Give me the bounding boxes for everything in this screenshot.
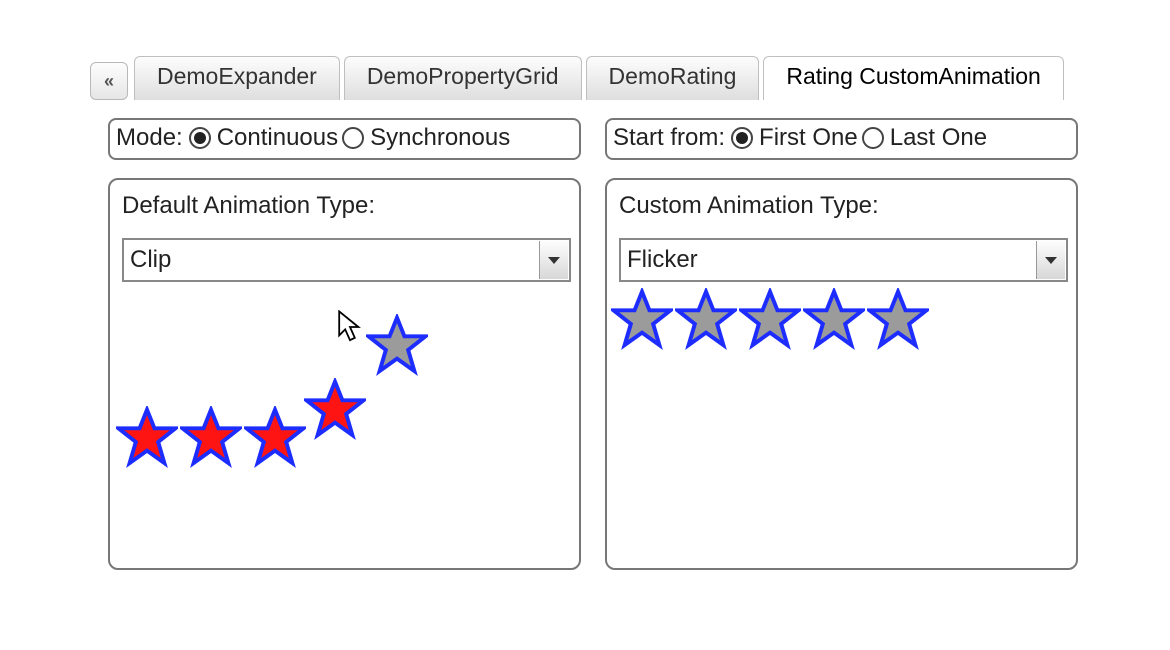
star-icon[interactable] [867,288,929,350]
tab-demopropertygrid[interactable]: DemoPropertyGrid [344,56,582,100]
tab-demorating[interactable]: DemoRating [586,56,760,100]
default-animation-panel: Default Animation Type: Clip [108,178,581,570]
mode-group: Mode: Continuous Synchronous [108,118,581,160]
star-icon[interactable] [244,406,306,468]
radio-dot-icon [862,127,884,149]
custom-animation-combo[interactable]: Flicker [619,238,1068,282]
default-rating-stars[interactable] [116,406,306,468]
tab-demoexpander[interactable]: DemoExpander [134,56,340,100]
right-column: Start from: First One Last One Custom An… [605,118,1078,570]
mode-label: Mode: [116,124,183,152]
star-icon[interactable] [304,378,366,440]
radio-label: Continuous [217,124,338,152]
tab-rating-customanimation[interactable]: Rating CustomAnimation [763,56,1063,100]
tab-label: DemoPropertyGrid [367,63,559,89]
left-column: Mode: Continuous Synchronous Default Ani… [108,118,581,570]
arrow-cursor-icon [338,310,362,344]
tab-scroll-left-button[interactable]: « [90,62,128,100]
combo-value: Clip [124,246,171,274]
star-icon[interactable] [611,288,673,350]
tab-label: Rating CustomAnimation [786,63,1040,89]
custom-rating-stars[interactable] [611,288,929,350]
start-from-group: Start from: First One Last One [605,118,1078,160]
panels: Mode: Continuous Synchronous Default Ani… [108,118,1078,570]
star-icon[interactable] [675,288,737,350]
chevron-down-icon [1036,241,1065,279]
tab-strip: « DemoExpander DemoPropertyGrid DemoRati… [90,56,1068,100]
default-animation-combo[interactable]: Clip [122,238,571,282]
start-radio-first-one[interactable]: First One [731,124,858,152]
mode-radio-synchronous[interactable]: Synchronous [342,124,510,152]
tab-label: DemoRating [609,63,737,89]
tab-label: DemoExpander [157,63,317,89]
combo-value: Flicker [621,246,698,274]
star-icon[interactable] [366,314,428,376]
star-icon[interactable] [116,406,178,468]
radio-label: First One [759,124,858,152]
star-icon[interactable] [739,288,801,350]
star-icon[interactable] [803,288,865,350]
custom-animation-title: Custom Animation Type: [619,192,1064,220]
radio-dot-icon [189,127,211,149]
default-animation-title: Default Animation Type: [122,192,567,220]
radio-label: Synchronous [370,124,510,152]
radio-dot-icon [342,127,364,149]
start-from-label: Start from: [613,124,725,152]
mode-radio-continuous[interactable]: Continuous [189,124,338,152]
radio-dot-icon [731,127,753,149]
radio-label: Last One [890,124,987,152]
star-icon[interactable] [180,406,242,468]
chevron-down-icon [539,241,568,279]
double-chevron-left-icon: « [104,71,114,92]
start-radio-last-one[interactable]: Last One [862,124,987,152]
custom-animation-panel: Custom Animation Type: Flicker [605,178,1078,570]
